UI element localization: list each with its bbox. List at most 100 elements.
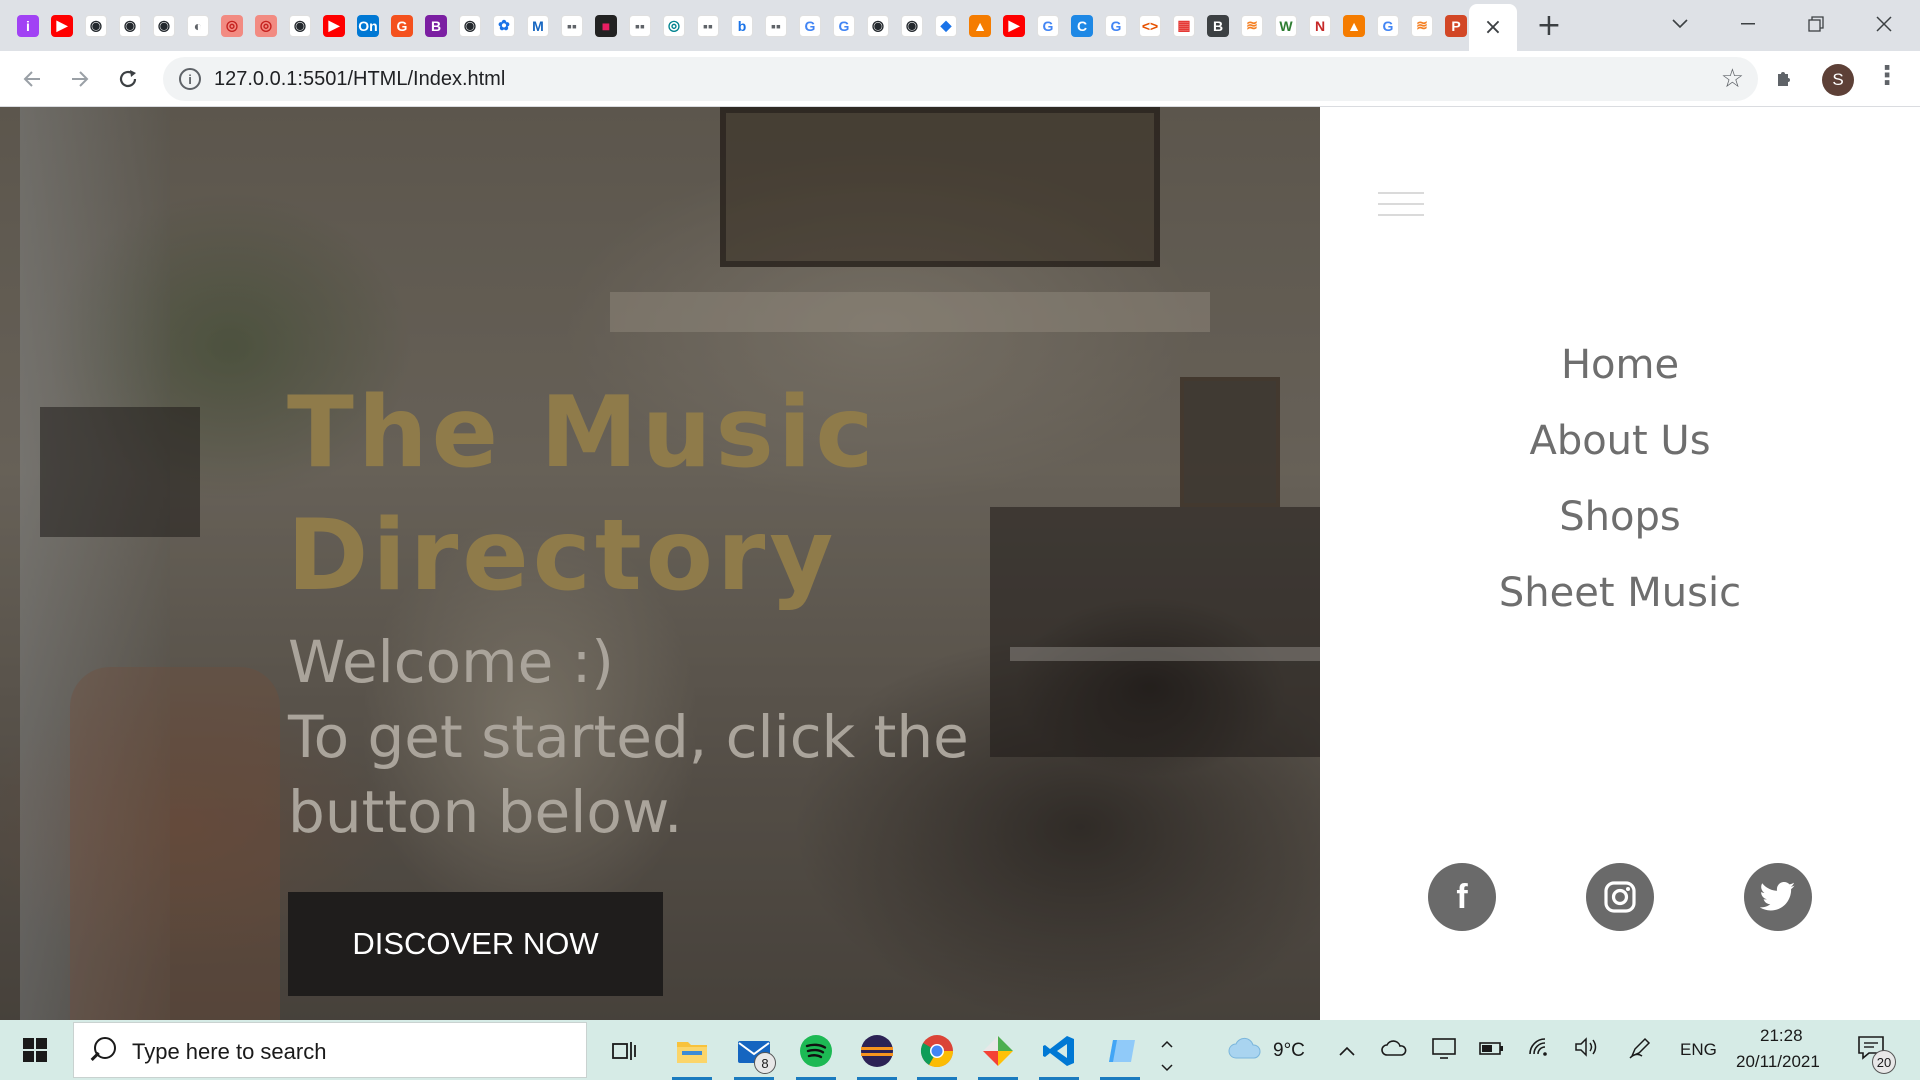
forward-button[interactable] — [62, 61, 98, 97]
close-tab-icon[interactable]: × — [1484, 15, 1502, 40]
pinned-tab[interactable]: ▪▪ — [626, 12, 654, 39]
pinned-tab[interactable]: G — [830, 12, 858, 39]
pinned-tab[interactable]: ▲ — [1340, 12, 1368, 39]
pinned-tab[interactable]: ▲ — [966, 12, 994, 39]
pinned-tab[interactable]: ■ — [592, 12, 620, 39]
pinned-tab[interactable]: i — [14, 12, 42, 39]
battery-icon[interactable] — [1478, 1038, 1504, 1062]
hamburger-menu-icon[interactable] — [1378, 192, 1424, 222]
pinned-tab[interactable]: ◐ — [184, 12, 212, 39]
volume-icon[interactable] — [1574, 1036, 1600, 1063]
pinned-tab[interactable]: ▦ — [1170, 12, 1198, 39]
pinned-tab[interactable]: ▶ — [320, 12, 348, 39]
pinned-tab[interactable]: ▶ — [1000, 12, 1028, 39]
pinned-tab[interactable]: W — [1272, 12, 1300, 39]
nav-home[interactable]: Home — [1320, 327, 1920, 403]
nav-about-us[interactable]: About Us — [1320, 403, 1920, 479]
pinned-tab[interactable]: B — [1204, 12, 1232, 39]
pinned-tab[interactable]: ≋ — [1408, 12, 1436, 39]
clock-date[interactable]: 20/11/2021 — [1736, 1052, 1820, 1072]
pinned-tab[interactable]: C — [1068, 12, 1096, 39]
mail-icon[interactable]: 8 — [730, 1028, 778, 1080]
web-page: The Music Directory Welcome :) To get st… — [0, 107, 1920, 1020]
file-explorer-icon[interactable] — [668, 1028, 716, 1080]
reload-button[interactable] — [110, 61, 146, 97]
taskbar-scroll-up-icon[interactable] — [1160, 1030, 1174, 1054]
weather-cloud-icon[interactable] — [1228, 1036, 1262, 1065]
tab-favicon-icon: b — [731, 14, 753, 37]
nav-shops[interactable]: Shops — [1320, 479, 1920, 555]
profile-avatar[interactable]: S — [1822, 64, 1854, 96]
pinned-tab[interactable]: N — [1306, 12, 1334, 39]
pinned-tab[interactable]: G — [388, 12, 416, 39]
vscode-icon[interactable] — [1035, 1028, 1083, 1080]
close-window-button[interactable] — [1856, 6, 1912, 42]
active-tab[interactable]: × — [1469, 4, 1517, 51]
weather-temperature[interactable]: 9°C — [1273, 1040, 1305, 1062]
pinned-tab[interactable]: B — [422, 12, 450, 39]
tab-favicon-icon: N — [1309, 14, 1331, 37]
pinned-tab[interactable]: b — [728, 12, 756, 39]
pinned-tab[interactable]: ◉ — [456, 12, 484, 39]
pinned-tab[interactable]: ◉ — [116, 12, 144, 39]
pinned-tab[interactable]: ◉ — [898, 12, 926, 39]
discover-now-button[interactable]: DISCOVER NOW — [288, 892, 663, 996]
pinned-tab[interactable]: ◉ — [864, 12, 892, 39]
pinned-tab[interactable]: ◉ — [82, 12, 110, 39]
taskbar-search[interactable]: Type here to search — [73, 1022, 587, 1078]
pinned-tab[interactable]: G — [1034, 12, 1062, 39]
browser-menu-icon[interactable]: ⋮ — [1874, 61, 1900, 91]
pinned-tab[interactable]: ≋ — [1238, 12, 1266, 39]
facebook-icon[interactable]: f — [1428, 863, 1496, 931]
pinned-tab[interactable]: ◎ — [218, 12, 246, 39]
pinned-tab[interactable]: ▪▪ — [762, 12, 790, 39]
task-view-icon[interactable] — [600, 1028, 648, 1074]
pinned-tab[interactable]: P — [1442, 12, 1470, 39]
pinned-tab[interactable]: G — [1102, 12, 1130, 39]
back-button[interactable] — [14, 61, 50, 97]
clock-time[interactable]: 21:28 — [1760, 1026, 1803, 1046]
pinned-tab[interactable]: G — [796, 12, 824, 39]
nav-sheet-music[interactable]: Sheet Music — [1320, 555, 1920, 631]
pinned-tab[interactable]: ◎ — [660, 12, 688, 39]
tab-favicon-icon: ▪▪ — [561, 14, 583, 37]
tab-favicon-icon: C — [1071, 14, 1093, 37]
twitter-icon[interactable] — [1744, 863, 1812, 931]
onedrive-icon[interactable] — [1381, 1038, 1409, 1062]
pinned-tab[interactable]: ▪▪ — [558, 12, 586, 39]
wifi-icon[interactable] — [1527, 1036, 1553, 1063]
bookmark-star-icon[interactable]: ☆ — [1721, 64, 1744, 94]
pinned-tab[interactable]: <> — [1136, 12, 1164, 39]
pinned-tab[interactable]: G — [1374, 12, 1402, 39]
restore-button[interactable] — [1788, 6, 1844, 42]
show-hidden-icons[interactable] — [1338, 1038, 1356, 1062]
pinned-tab[interactable]: ◉ — [150, 12, 178, 39]
spotify-icon[interactable] — [792, 1028, 840, 1080]
taskbar-scroll-down-icon[interactable] — [1160, 1054, 1174, 1078]
pen-icon[interactable] — [1628, 1036, 1652, 1065]
pinned-tab[interactable]: M — [524, 12, 552, 39]
chrome-icon[interactable] — [913, 1028, 961, 1080]
pinned-tab[interactable]: ▶ — [48, 12, 76, 39]
pinned-tab[interactable]: ◎ — [252, 12, 280, 39]
start-button[interactable] — [0, 1020, 70, 1080]
language-indicator[interactable]: ENG — [1680, 1040, 1717, 1060]
url-text[interactable]: 127.0.0.1:5501/HTML/Index.html — [214, 68, 505, 91]
extensions-icon[interactable] — [1774, 65, 1798, 95]
address-bar[interactable]: i 127.0.0.1:5501/HTML/Index.html ☆ — [163, 57, 1758, 101]
display-icon[interactable] — [1431, 1036, 1457, 1065]
site-info-icon[interactable]: i — [179, 68, 201, 90]
eclipse-icon[interactable] — [853, 1028, 901, 1080]
instagram-icon[interactable] — [1586, 863, 1654, 931]
tab-search-icon[interactable] — [1652, 6, 1708, 42]
new-tab-button[interactable]: + — [1532, 8, 1566, 43]
minimize-button[interactable] — [1720, 6, 1776, 42]
pinned-tab[interactable]: ◆ — [932, 12, 960, 39]
pinned-tab[interactable]: ◉ — [286, 12, 314, 39]
pinned-tab[interactable]: ▪▪ — [694, 12, 722, 39]
pinned-tab[interactable]: ✿ — [490, 12, 518, 39]
paint-icon[interactable] — [1096, 1028, 1144, 1080]
search-placeholder[interactable]: Type here to search — [132, 1039, 326, 1065]
pinned-tab[interactable]: On — [354, 12, 382, 39]
kite-icon[interactable] — [974, 1028, 1022, 1080]
